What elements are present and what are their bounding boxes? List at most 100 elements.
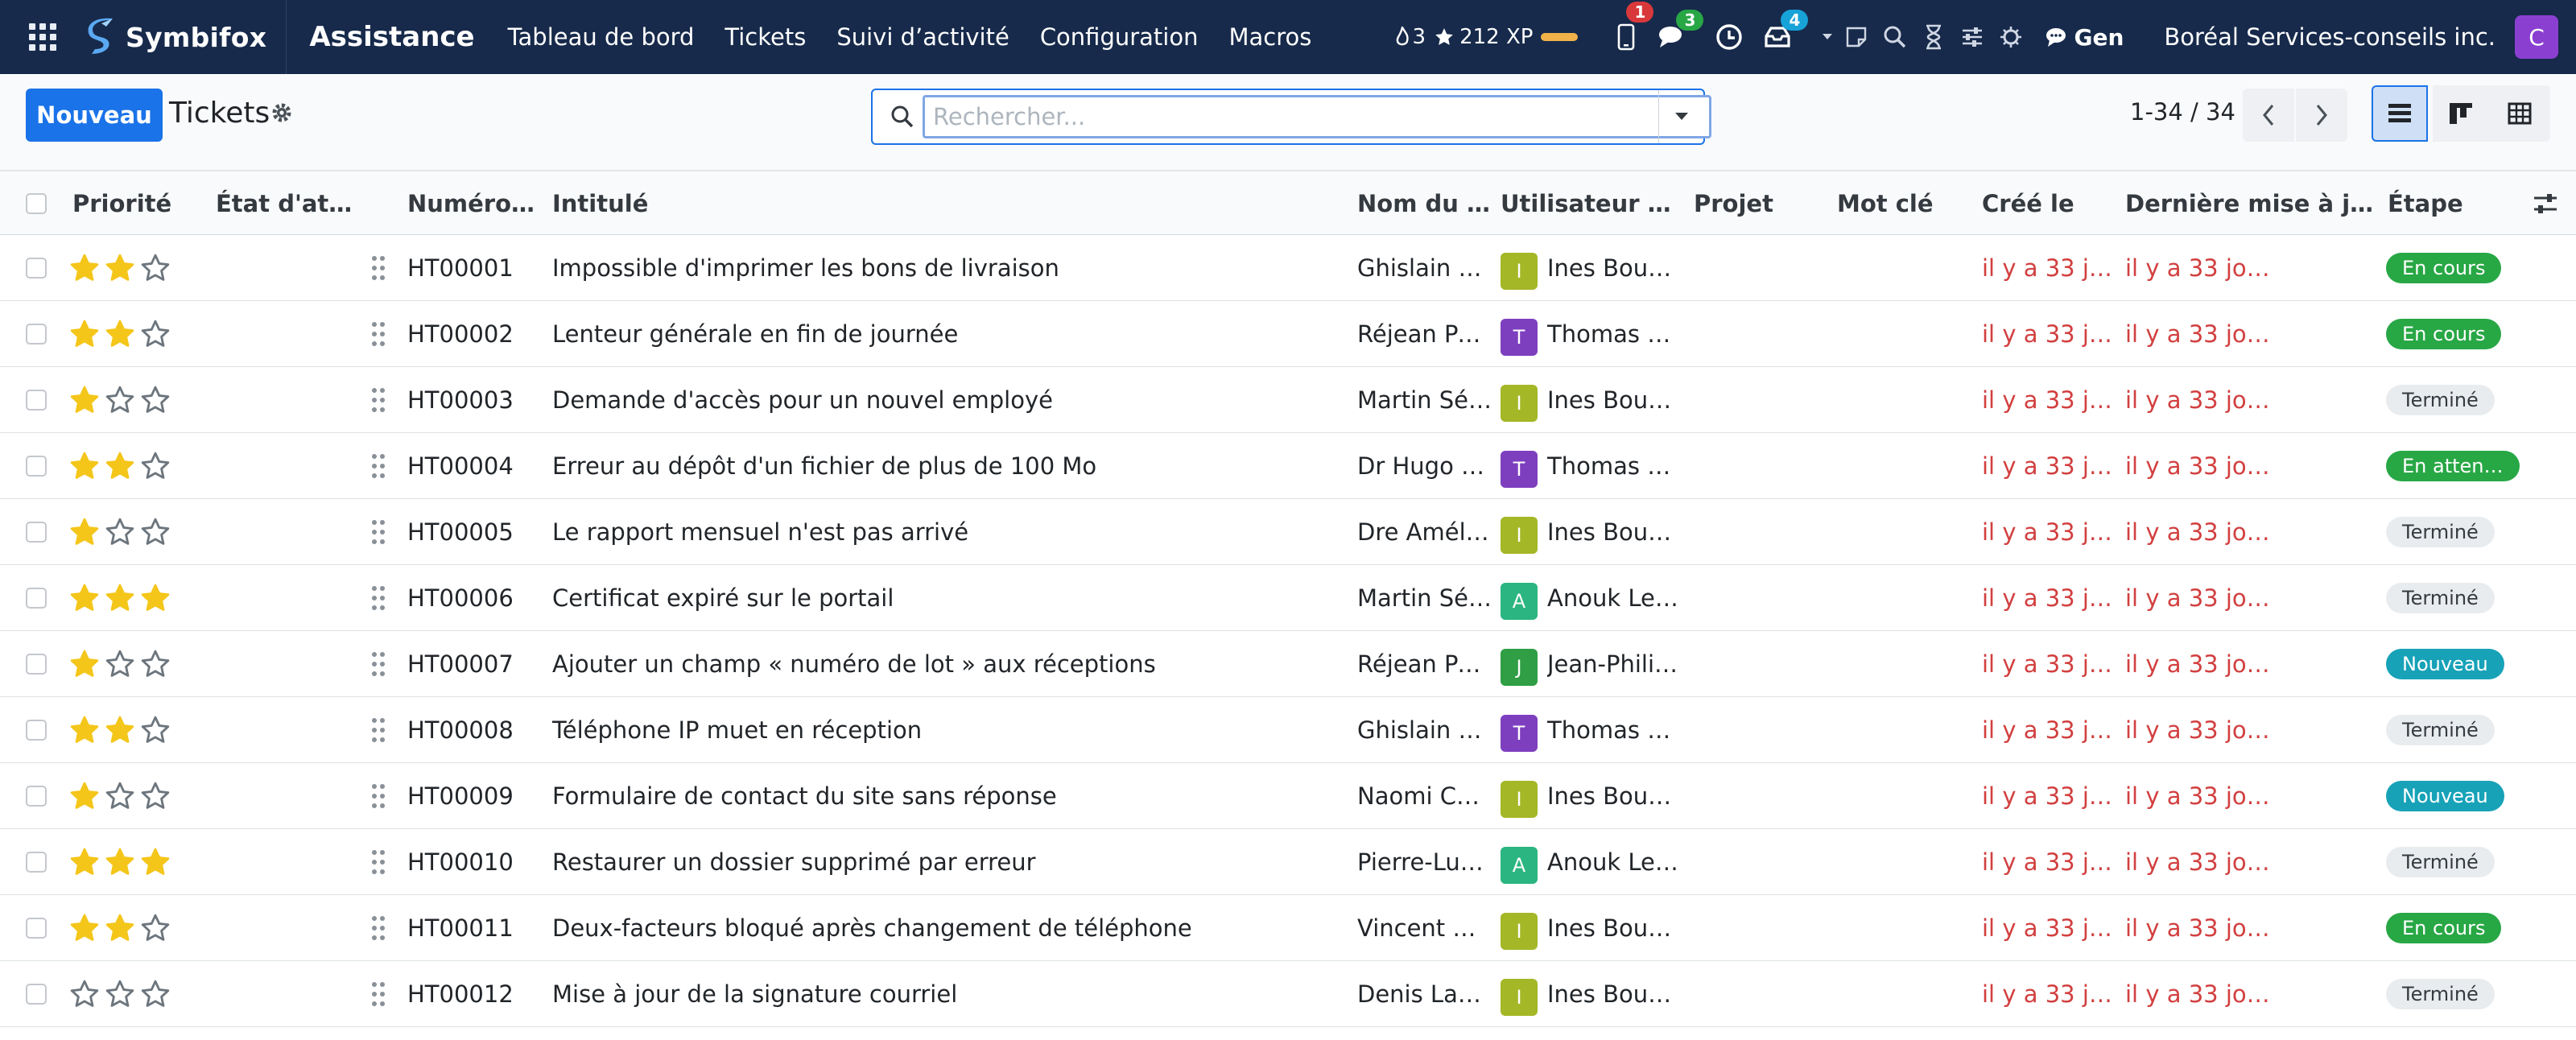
priority-star-icon[interactable] [69, 781, 100, 811]
col-number[interactable]: Numéro … [407, 171, 538, 236]
drag-handle-icon[interactable] [370, 319, 386, 349]
priority-stars[interactable] [69, 649, 171, 679]
priority-star-icon[interactable] [69, 253, 100, 283]
col-tag[interactable]: Mot clé [1837, 171, 1974, 236]
col-assigned-user[interactable]: Utilisateur as… [1501, 171, 1682, 236]
priority-star-icon[interactable] [69, 847, 100, 877]
ai-generate-button[interactable]: Gen [2045, 24, 2124, 51]
kanban-view-button[interactable] [2433, 85, 2489, 142]
priority-stars[interactable] [69, 781, 171, 811]
company-switcher[interactable]: Boréal Services-conseils inc. [2164, 23, 2496, 51]
drag-handle-icon[interactable] [370, 715, 386, 745]
menu-configuration[interactable]: Configuration [1025, 0, 1214, 74]
notes-button[interactable] [1837, 0, 1876, 74]
row-checkbox[interactable] [26, 720, 47, 741]
priority-stars[interactable] [69, 847, 171, 877]
table-row[interactable]: HT00011 Deux-facteurs bloqué après change… [0, 895, 2576, 961]
priority-star-icon[interactable] [105, 319, 135, 349]
priority-star-icon[interactable] [140, 583, 171, 613]
search-button[interactable] [1876, 0, 1914, 74]
pager-next-button[interactable] [2296, 89, 2347, 142]
settings-sliders-button[interactable] [1953, 0, 1992, 74]
priority-star-icon[interactable] [140, 385, 171, 415]
drag-handle-icon[interactable] [370, 583, 386, 613]
menu-dashboard[interactable]: Tableau de bord [493, 0, 710, 74]
priority-star-icon[interactable] [69, 715, 100, 745]
drag-handle-icon[interactable] [370, 847, 386, 877]
priority-stars[interactable] [69, 385, 171, 415]
drag-handle-icon[interactable] [370, 451, 386, 481]
drag-handle-icon[interactable] [370, 517, 386, 547]
row-checkbox[interactable] [26, 258, 47, 279]
priority-star-icon[interactable] [140, 979, 171, 1009]
priority-star-icon[interactable] [105, 583, 135, 613]
table-row[interactable]: HT00010 Restaurer un dossier supprimé par… [0, 829, 2576, 895]
priority-star-icon[interactable] [140, 913, 171, 943]
priority-star-icon[interactable] [140, 847, 171, 877]
row-checkbox[interactable] [26, 786, 47, 807]
menu-activity[interactable]: Suivi d’activité [821, 0, 1024, 74]
priority-stars[interactable] [69, 583, 171, 613]
table-row[interactable]: HT00002 Lenteur générale en fin de journé… [0, 301, 2576, 367]
col-state[interactable]: État d'att… [216, 171, 359, 236]
priority-star-icon[interactable] [140, 781, 171, 811]
priority-stars[interactable] [69, 451, 171, 481]
user-avatar[interactable]: C [2515, 15, 2558, 59]
activity-button[interactable] [1710, 0, 1748, 74]
col-partner[interactable]: Nom du p… [1357, 171, 1491, 236]
col-created[interactable]: Créé le [1982, 171, 2119, 236]
priority-star-icon[interactable] [69, 385, 100, 415]
more-dropdown[interactable] [1818, 0, 1837, 74]
drag-handle-icon[interactable] [370, 253, 386, 283]
priority-stars[interactable] [69, 715, 171, 745]
priority-star-icon[interactable] [105, 385, 135, 415]
table-row[interactable]: HT00004 Erreur au dépôt d'un fichier de p… [0, 433, 2576, 499]
table-row[interactable]: HT00009 Formulaire de contact du site san… [0, 763, 2576, 829]
priority-star-icon[interactable] [105, 979, 135, 1009]
priority-star-icon[interactable] [69, 583, 100, 613]
drag-handle-icon[interactable] [370, 913, 386, 943]
priority-star-icon[interactable] [69, 649, 100, 679]
priority-star-icon[interactable] [69, 451, 100, 481]
priority-stars[interactable] [69, 253, 171, 283]
priority-star-icon[interactable] [140, 451, 171, 481]
table-row[interactable]: HT00005 Le rapport mensuel n'est pas arri… [0, 499, 2576, 565]
table-row[interactable]: HT00001 Impossible d'imprimer les bons de… [0, 235, 2576, 301]
select-all-checkbox[interactable] [26, 193, 47, 214]
drag-handle-icon[interactable] [370, 649, 386, 679]
optional-columns-icon[interactable] [2533, 191, 2558, 217]
priority-star-icon[interactable] [140, 253, 171, 283]
priority-star-icon[interactable] [105, 847, 135, 877]
table-row[interactable]: HT00003 Demande d'accès pour un nouvel em… [0, 367, 2576, 433]
row-checkbox[interactable] [26, 852, 47, 873]
gear-icon[interactable] [270, 101, 293, 124]
table-row[interactable]: HT00008 Téléphone IP muet en réception Ghi… [0, 697, 2576, 763]
row-checkbox[interactable] [26, 984, 47, 1005]
app-menu-button[interactable] [0, 0, 85, 74]
priority-star-icon[interactable] [140, 517, 171, 547]
search-input[interactable] [923, 95, 1711, 138]
priority-star-icon[interactable] [140, 649, 171, 679]
priority-star-icon[interactable] [69, 979, 100, 1009]
pivot-view-button[interactable] [2489, 85, 2550, 142]
timer-button[interactable] [1914, 0, 1953, 74]
drag-handle-icon[interactable] [370, 385, 386, 415]
row-checkbox[interactable] [26, 918, 47, 939]
col-priority[interactable]: Priorité [72, 171, 209, 236]
priority-star-icon[interactable] [105, 913, 135, 943]
priority-star-icon[interactable] [69, 517, 100, 547]
row-checkbox[interactable] [26, 588, 47, 609]
pager-value[interactable]: 1-34 / 34 [2130, 98, 2235, 126]
brand[interactable]: Symbifox [85, 0, 287, 74]
search-options-toggle[interactable] [1658, 90, 1703, 143]
col-stage[interactable]: Étape [2388, 171, 2524, 236]
col-project[interactable]: Projet [1694, 171, 1831, 236]
col-updated[interactable]: Dernière mise à jou… [2125, 171, 2380, 236]
pager-previous-button[interactable] [2243, 89, 2294, 142]
priority-star-icon[interactable] [105, 517, 135, 547]
priority-stars[interactable] [69, 913, 171, 943]
row-checkbox[interactable] [26, 456, 47, 477]
menu-macros[interactable]: Macros [1213, 0, 1327, 74]
priority-star-icon[interactable] [140, 319, 171, 349]
priority-star-icon[interactable] [69, 913, 100, 943]
